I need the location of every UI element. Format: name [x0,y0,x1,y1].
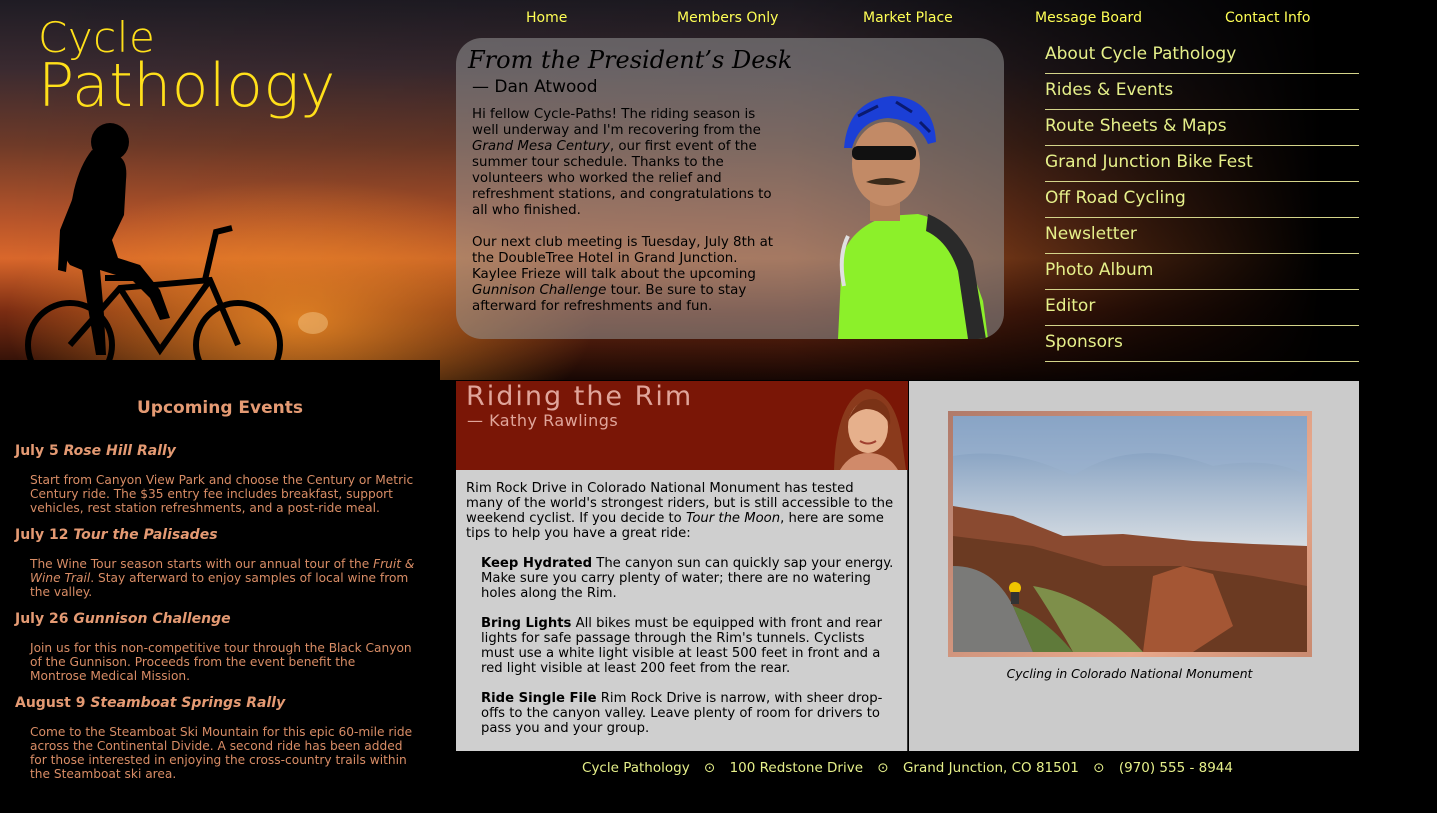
president-photo [838,96,988,339]
nav-members-only[interactable]: Members Only [677,10,778,26]
event-item: July 26 Gunnison Challenge Join us for t… [15,611,415,683]
photo-caption: Cycling in Colorado National Monument [1006,666,1253,681]
footer-separator-icon: ⊙ [1093,760,1105,776]
event-heading: July 5 Rose Hill Rally [15,443,176,459]
sidenav-sponsors[interactable]: Sponsors [1045,326,1359,362]
president-desk-panel: From the President’s Desk — Dan Atwood H… [456,38,1004,339]
author-photo [834,389,906,470]
footer-name: Cycle Pathology [582,760,690,776]
event-heading: July 26 Gunnison Challenge [15,611,231,627]
event-item: July 5 Rose Hill Rally Start from Canyon… [15,443,415,515]
sidenav-editor[interactable]: Editor [1045,290,1359,326]
sidenav-rides-events[interactable]: Rides & Events [1045,74,1359,110]
nav-message-board[interactable]: Message Board [1035,10,1142,26]
event-description: Start from Canyon View Park and choose t… [30,473,414,515]
sidenav-newsletter[interactable]: Newsletter [1045,218,1359,254]
president-paragraph-1: Hi fellow Cycle-Paths! The riding season… [472,107,772,218]
tip-hydrated: Keep Hydrated The canyon sun can quickly… [481,556,894,601]
event-description: Join us for this non-competitive tour th… [30,641,412,683]
footer-separator-icon: ⊙ [877,760,889,776]
article-title: Riding the Rim [466,381,694,412]
top-navigation: Home Members Only Market Place Message B… [456,10,1359,30]
sidenav-route-sheets[interactable]: Route Sheets & Maps [1045,110,1359,146]
president-message: Hi fellow Cycle-Paths! The riding season… [472,107,784,331]
footer-city: Grand Junction, CO 81501 [902,760,1079,776]
sidenav-photo-album[interactable]: Photo Album [1045,254,1359,290]
president-title: From the President’s Desk [468,46,793,74]
photo-panel: Cycling in Colorado National Monument [909,381,1359,751]
footer-address: 100 Redstone Drive [729,760,864,776]
nav-market-place[interactable]: Market Place [863,10,953,26]
canyon-photo [953,416,1307,652]
tip-lights: Bring Lights All bikes must be equipped … [481,616,883,676]
article-header: Riding the Rim — Kathy Rawlings [456,381,908,470]
photo-frame [948,411,1312,657]
footer-phone: (970) 555 - 8944 [1118,760,1233,776]
site-logo[interactable]: Cycle Pathology [38,17,336,121]
side-navigation: About Cycle Pathology Rides & Events Rou… [1045,38,1359,362]
riding-the-rim-article: Riding the Rim — Kathy Rawlings Rim Rock… [456,381,908,751]
event-description: Come to the Steamboat Ski Mountain for t… [30,725,413,781]
sidenav-about[interactable]: About Cycle Pathology [1045,38,1359,74]
president-paragraph-2: Our next club meeting is Tuesday, July 8… [472,235,774,314]
sidenav-off-road[interactable]: Off Road Cycling [1045,182,1359,218]
events-title: Upcoming Events [136,398,304,418]
event-description: The Wine Tour season starts with our ann… [30,557,415,599]
event-heading: July 12 Tour the Palisades [15,527,218,543]
nav-home[interactable]: Home [526,10,567,26]
article-intro: Rim Rock Drive in Colorado National Monu… [466,481,894,541]
site-footer: Cycle Pathology ⊙ 100 Redstone Drive ⊙ G… [456,760,1359,776]
article-author: — Kathy Rawlings [467,411,619,430]
sidenav-bike-fest[interactable]: Grand Junction Bike Fest [1045,146,1359,182]
upcoming-events: Upcoming Events July 5 Rose Hill Rally S… [15,398,415,793]
footer-separator-icon: ⊙ [703,760,716,776]
event-item: August 9 Steamboat Springs Rally Come to… [15,695,415,781]
event-heading: August 9 Steamboat Springs Rally [15,695,286,711]
article-body: Rim Rock Drive in Colorado National Monu… [466,481,894,751]
nav-contact-info[interactable]: Contact Info [1225,10,1310,26]
president-author: — Dan Atwood [472,77,598,97]
logo-line-2: Pathology [38,50,336,121]
event-item: July 12 Tour the Palisades The Wine Tour… [15,527,415,599]
tip-single-file: Ride Single File Rim Rock Drive is narro… [481,691,883,736]
